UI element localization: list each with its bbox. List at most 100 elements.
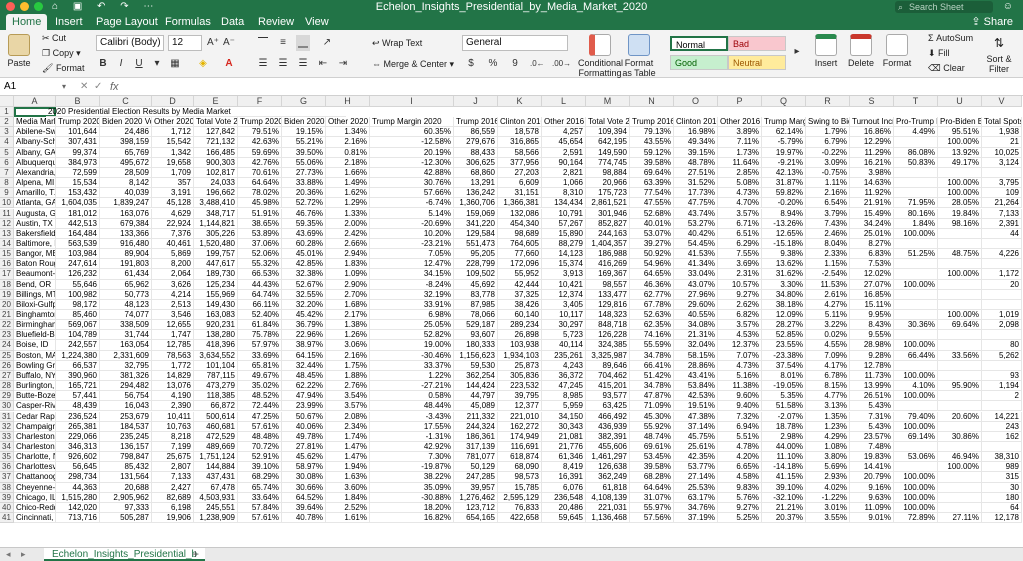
table-cell[interactable]: 40,461: [152, 238, 194, 250]
table-cell[interactable]: 32.44%: [282, 360, 326, 371]
table-cell[interactable]: 7.31%: [850, 411, 894, 422]
table-cell[interactable]: 34.15%: [370, 269, 454, 280]
table-cell[interactable]: 1,934,103: [498, 350, 542, 361]
sheet-title-cell[interactable]: 2020 Presidential Election Results by Me…: [46, 107, 346, 118]
table-cell[interactable]: 2.61%: [806, 289, 850, 300]
table-cell[interactable]: 8.94%: [762, 208, 806, 219]
column-header[interactable]: E: [194, 96, 238, 107]
table-cell[interactable]: [894, 238, 938, 250]
table-cell[interactable]: 774,745: [586, 157, 630, 168]
table-cell[interactable]: 12.47%: [370, 259, 454, 270]
tab-page-layout[interactable]: Page Layout: [90, 14, 164, 30]
table-cell[interactable]: 25,675: [152, 452, 194, 463]
table-cell[interactable]: -30.88%: [370, 492, 454, 503]
table-cell[interactable]: 131,564: [100, 472, 152, 483]
table-cell[interactable]: 30: [982, 482, 1022, 493]
fill-color-icon[interactable]: ◈: [196, 56, 210, 72]
align-left-icon[interactable]: ☰: [256, 56, 270, 72]
column-header[interactable]: Q: [762, 96, 806, 107]
table-cell[interactable]: -8.24%: [370, 279, 454, 290]
table-cell[interactable]: 27,203: [498, 167, 542, 179]
table-cell[interactable]: Alpena, MI: [14, 178, 56, 189]
table-cell[interactable]: 8,985: [542, 391, 586, 402]
table-cell[interactable]: 4,226: [982, 249, 1022, 260]
table-cell[interactable]: [938, 482, 982, 493]
table-cell[interactable]: 43.41%: [674, 370, 718, 382]
table-cell[interactable]: 46.94%: [938, 452, 982, 463]
table-cell[interactable]: 5.25%: [718, 513, 762, 524]
table-cell[interactable]: 42.35%: [674, 452, 718, 463]
table-cell[interactable]: 442,513: [56, 218, 100, 229]
table-cell[interactable]: 40.42%: [674, 228, 718, 239]
table-cell[interactable]: 57.56%: [630, 513, 674, 524]
table-cell[interactable]: 4.29%: [806, 431, 850, 442]
table-cell[interactable]: 79.40%: [894, 411, 938, 422]
increase-font-size-icon[interactable]: A⁺: [206, 35, 220, 51]
table-cell[interactable]: -3.43%: [370, 411, 454, 422]
table-cell[interactable]: 38,310: [982, 452, 1022, 463]
table-cell[interactable]: -6.74%: [370, 198, 454, 209]
table-cell[interactable]: 60,140: [498, 310, 542, 321]
table-cell[interactable]: 390,960: [56, 370, 100, 382]
table-cell[interactable]: 19.15%: [282, 127, 326, 138]
table-cell[interactable]: 70.72%: [238, 441, 282, 453]
table-cell[interactable]: 1.08%: [806, 441, 850, 453]
table-cell[interactable]: 32.38%: [282, 269, 326, 280]
table-cell[interactable]: 55.59%: [630, 340, 674, 351]
table-cell[interactable]: 235,261: [542, 350, 586, 361]
table-cell[interactable]: Bluefield-Be: [14, 330, 56, 341]
enter-icon[interactable]: ✓: [94, 80, 102, 94]
table-cell[interactable]: 221,031: [586, 502, 630, 513]
row-header[interactable]: 37: [0, 472, 14, 483]
table-cell[interactable]: 21.21%: [762, 502, 806, 513]
merge-center-button[interactable]: ⇔ Merge & Center ▾: [372, 58, 454, 70]
table-cell[interactable]: 45.42%: [282, 310, 326, 321]
table-cell[interactable]: 4.55%: [806, 340, 850, 351]
table-cell[interactable]: 23.99%: [282, 401, 326, 412]
style-bad[interactable]: Bad: [728, 36, 786, 51]
table-cell[interactable]: 25.01%: [850, 228, 894, 239]
wrap-text-button[interactable]: ↩ Wrap Text: [372, 37, 422, 49]
table-cell[interactable]: 56,754: [100, 391, 152, 402]
table-cell[interactable]: -13.26%: [762, 218, 806, 229]
table-cell[interactable]: 27.51%: [674, 167, 718, 179]
table-cell[interactable]: 93: [982, 370, 1022, 382]
table-cell[interactable]: 7.30%: [370, 452, 454, 463]
table-cell[interactable]: 48,123: [100, 299, 152, 310]
table-cell[interactable]: 98,172: [56, 299, 100, 310]
table-cell[interactable]: 98,884: [586, 167, 630, 179]
align-bottom-icon[interactable]: ⎽: [296, 35, 310, 51]
table-cell[interactable]: 45.30%: [630, 411, 674, 422]
column-header[interactable]: A: [14, 96, 56, 107]
table-cell[interactable]: 79.13%: [630, 127, 674, 138]
table-cell[interactable]: 236,524: [56, 411, 100, 422]
table-cell[interactable]: 16,391: [542, 472, 586, 483]
table-cell[interactable]: 186,988: [586, 249, 630, 260]
table-cell[interactable]: 15,534: [56, 178, 100, 189]
italic-button[interactable]: I: [114, 56, 128, 72]
table-cell[interactable]: 53.84%: [674, 381, 718, 392]
table-cell[interactable]: 136,157: [100, 441, 152, 453]
table-cell[interactable]: 26.51%: [850, 391, 894, 402]
table-cell[interactable]: 53.06%: [894, 452, 938, 463]
table-cell[interactable]: 55.92%: [630, 421, 674, 432]
table-cell[interactable]: 3.98%: [850, 167, 894, 179]
table-cell[interactable]: [938, 472, 982, 483]
table-cell[interactable]: 529,187: [454, 320, 498, 331]
table-cell[interactable]: 9.95%: [850, 310, 894, 321]
table-cell[interactable]: 48.48%: [238, 431, 282, 442]
table-cell[interactable]: 180,333: [454, 340, 498, 351]
table-cell[interactable]: 1,066: [542, 178, 586, 189]
style-neutral[interactable]: Neutral: [728, 55, 786, 70]
table-cell[interactable]: -20.69%: [370, 218, 454, 229]
table-cell[interactable]: 8.27%: [850, 238, 894, 250]
table-cell[interactable]: 6,076: [542, 482, 586, 493]
table-cell[interactable]: 3.57%: [718, 320, 762, 331]
table-cell[interactable]: 79.51%: [238, 127, 282, 138]
table-cell[interactable]: 30.66%: [282, 482, 326, 493]
table-cell[interactable]: 473,279: [194, 381, 238, 392]
table-cell[interactable]: 45.75%: [674, 431, 718, 442]
table-cell[interactable]: 64.64%: [238, 178, 282, 189]
table-cell[interactable]: 100.00%: [894, 421, 938, 432]
table-cell[interactable]: 10,421: [542, 279, 586, 290]
